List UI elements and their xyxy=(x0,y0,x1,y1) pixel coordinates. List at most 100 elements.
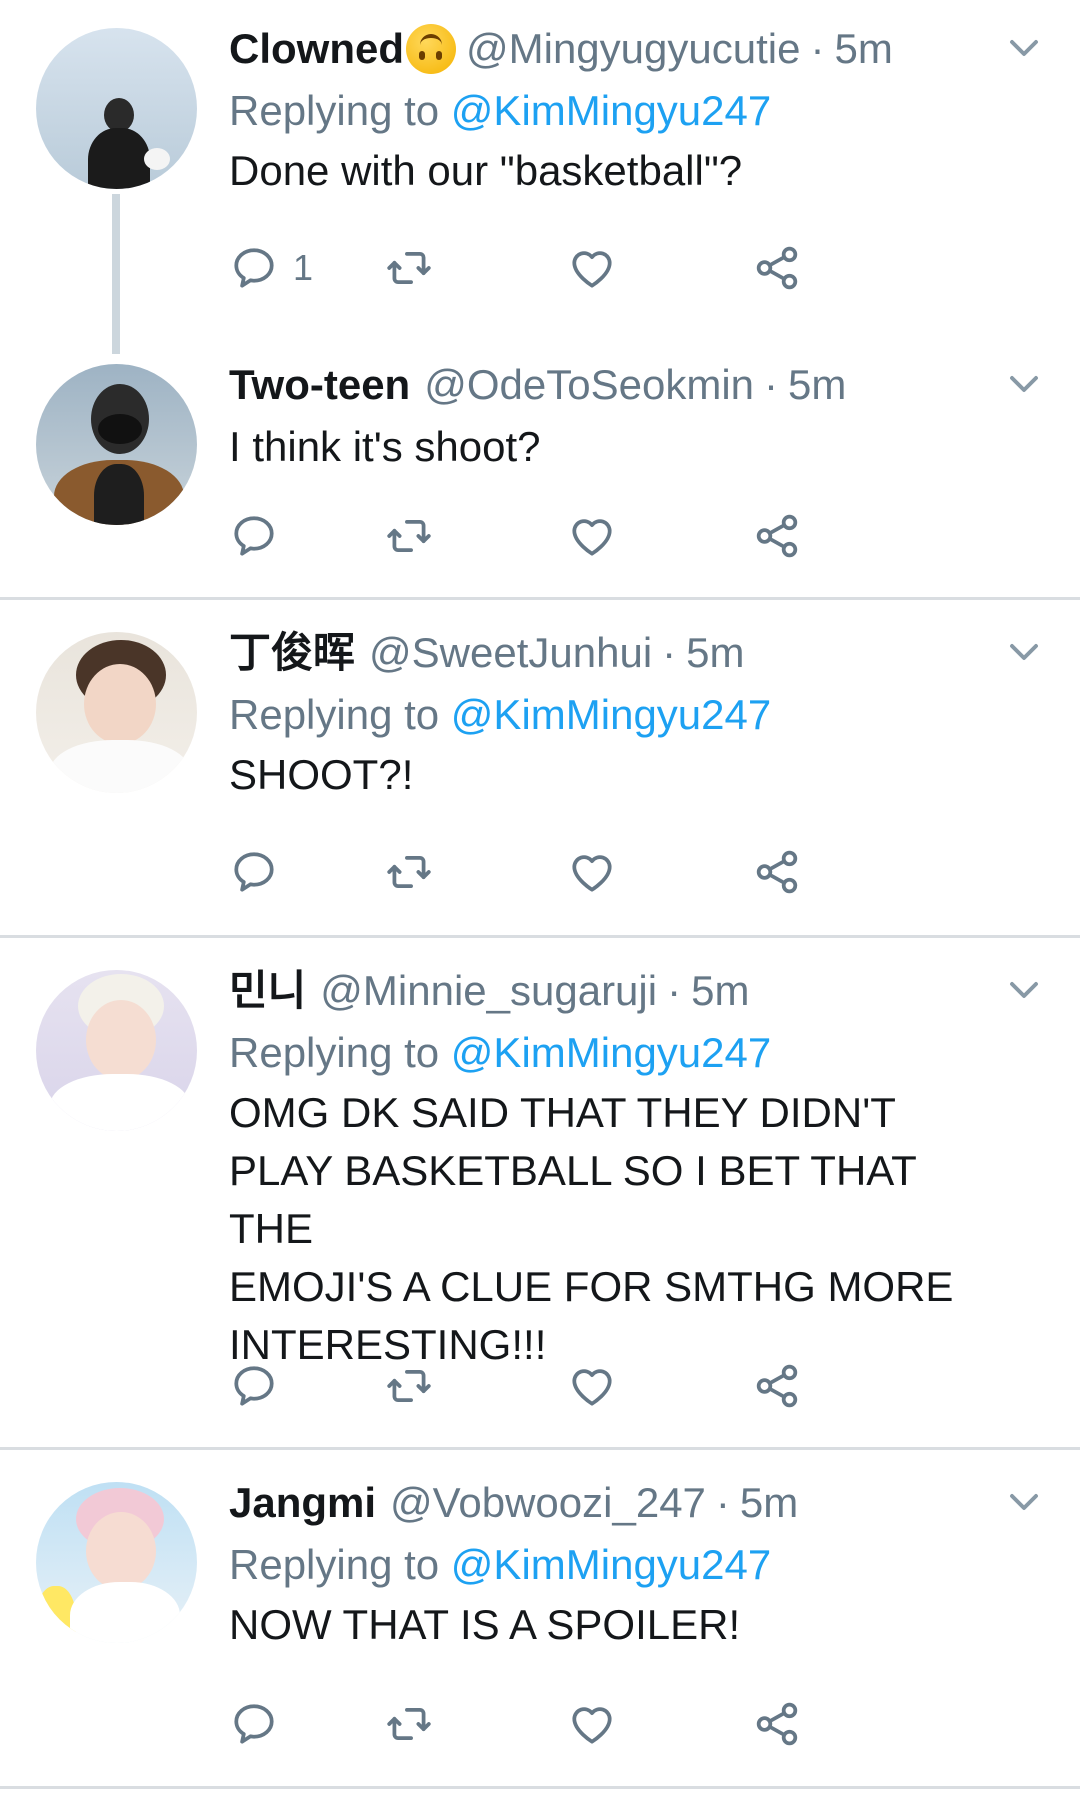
replying-label: Replying to xyxy=(229,87,440,134)
reply-button[interactable] xyxy=(229,1356,279,1416)
reply-icon xyxy=(234,516,274,556)
heart-icon xyxy=(572,251,612,288)
retweet-icon xyxy=(387,1707,431,1741)
timestamp[interactable]: 5m xyxy=(686,628,744,678)
like-button[interactable] xyxy=(567,1694,617,1754)
tweet-actions xyxy=(229,1356,949,1416)
like-button[interactable] xyxy=(567,1356,617,1416)
share-button[interactable] xyxy=(752,1356,802,1416)
share-icon xyxy=(756,246,798,290)
retweet-button[interactable] xyxy=(384,1356,434,1416)
heart-icon xyxy=(572,855,612,892)
tweet-text-line: OMG DK SAID THAT THEY DIDN'T xyxy=(229,1089,896,1136)
tweet-actions: 1 xyxy=(229,238,949,298)
display-name[interactable]: Clowned xyxy=(229,24,404,74)
reply-icon xyxy=(234,1366,274,1406)
retweet-button[interactable] xyxy=(384,506,434,566)
avatar[interactable] xyxy=(36,970,197,1131)
tweet-text: Done with our "basketball"? xyxy=(229,147,743,194)
replying-to-handle[interactable]: @KimMingyu247 xyxy=(451,87,771,134)
replying-to-handle[interactable]: @KimMingyu247 xyxy=(451,691,771,738)
display-name[interactable]: 민니 xyxy=(229,966,306,1016)
retweet-icon xyxy=(387,251,431,285)
replying-to: Replying to @KimMingyu247 xyxy=(229,1540,970,1590)
reply-icon xyxy=(234,1704,274,1744)
replying-label: Replying to xyxy=(229,1541,440,1588)
tweet-text: SHOOT?! xyxy=(229,751,414,798)
reply-button[interactable] xyxy=(229,1694,279,1754)
share-button[interactable] xyxy=(752,842,802,902)
retweet-button[interactable] xyxy=(384,1694,434,1754)
tweet-divider xyxy=(0,1786,1080,1789)
retweet-button[interactable] xyxy=(384,238,434,298)
tweet-header: 丁俊晖 @SweetJunhui · 5m xyxy=(229,628,970,678)
tweet-header: Clowned @Mingyugyucutie · 5m xyxy=(229,24,970,74)
reply-count: 1 xyxy=(293,247,314,288)
tweet-text-line: PLAY BASKETBALL SO I BET THAT THE xyxy=(229,1147,917,1252)
replying-label: Replying to xyxy=(229,691,440,738)
user-handle[interactable]: @Mingyugyucutie xyxy=(466,24,800,74)
avatar[interactable] xyxy=(36,1482,197,1643)
tweet-header: Jangmi @Vobwoozi_247 · 5m xyxy=(229,1478,970,1528)
chevron-down-icon[interactable] xyxy=(1006,30,1042,66)
tweet-text: I think it's shoot? xyxy=(229,423,541,470)
chevron-down-icon[interactable] xyxy=(1006,634,1042,670)
retweet-icon xyxy=(387,519,431,553)
separator: · xyxy=(715,1479,730,1526)
replying-to-handle[interactable]: @KimMingyu247 xyxy=(451,1029,771,1076)
timestamp[interactable]: 5m xyxy=(788,360,846,410)
chevron-down-icon[interactable] xyxy=(1006,972,1042,1008)
tweet-divider xyxy=(0,597,1080,600)
heart-icon xyxy=(572,1707,612,1744)
replying-to-handle[interactable]: @KimMingyu247 xyxy=(451,1541,771,1588)
replying-label: Replying to xyxy=(229,1029,440,1076)
like-button[interactable] xyxy=(567,506,617,566)
tweet-text-line: EMOJI'S A CLUE FOR SMTHG MORE xyxy=(229,1263,954,1310)
timestamp[interactable]: 5m xyxy=(834,24,892,74)
user-handle[interactable]: @OdeToSeokmin xyxy=(424,360,754,410)
reply-button[interactable] xyxy=(229,506,279,566)
reply-button[interactable] xyxy=(229,842,279,902)
tweet-actions xyxy=(229,842,949,902)
retweet-icon xyxy=(387,1369,431,1403)
display-name[interactable]: 丁俊晖 xyxy=(229,628,355,678)
like-button[interactable] xyxy=(567,842,617,902)
avatar[interactable] xyxy=(36,28,197,189)
user-handle[interactable]: @SweetJunhui xyxy=(369,628,652,678)
share-icon xyxy=(756,850,798,894)
user-handle[interactable]: @Vobwoozi_247 xyxy=(390,1478,706,1528)
chevron-down-icon[interactable] xyxy=(1006,366,1042,402)
separator: · xyxy=(667,967,682,1014)
replying-to: Replying to @KimMingyu247 xyxy=(229,86,970,136)
share-icon xyxy=(756,1702,798,1746)
timestamp[interactable]: 5m xyxy=(691,966,749,1016)
tweet-text: NOW THAT IS A SPOILER! xyxy=(229,1601,741,1648)
display-name[interactable]: Jangmi xyxy=(229,1478,376,1528)
separator: · xyxy=(764,361,779,408)
share-button[interactable] xyxy=(752,1694,802,1754)
tweet-actions xyxy=(229,506,949,566)
like-button[interactable] xyxy=(567,238,617,298)
avatar[interactable] xyxy=(36,364,197,525)
heart-icon xyxy=(572,519,612,556)
share-button[interactable] xyxy=(752,506,802,566)
tweet-actions xyxy=(229,1694,949,1754)
thread-line xyxy=(112,194,120,354)
retweet-button[interactable] xyxy=(384,842,434,902)
tweet-header: 민니 @Minnie_sugaruji · 5m xyxy=(229,966,970,1016)
share-icon xyxy=(756,1364,798,1408)
reply-timeline: Clowned @Mingyugyucutie · 5m Replying to… xyxy=(0,0,1080,1805)
share-icon xyxy=(756,514,798,558)
chevron-down-icon[interactable] xyxy=(1006,1484,1042,1520)
share-button[interactable] xyxy=(752,238,802,298)
heart-icon xyxy=(572,1369,612,1406)
avatar[interactable] xyxy=(36,632,197,793)
tweet-header: Two-teen @OdeToSeokmin · 5m xyxy=(229,360,970,410)
upside-down-face-emoji xyxy=(406,24,456,74)
tweet-text: OMG DK SAID THAT THEY DIDN'T PLAY BASKET… xyxy=(229,1084,970,1374)
user-handle[interactable]: @Minnie_sugaruji xyxy=(320,966,657,1016)
reply-button[interactable]: 1 xyxy=(229,238,313,298)
reply-icon xyxy=(234,248,274,288)
display-name[interactable]: Two-teen xyxy=(229,360,410,410)
timestamp[interactable]: 5m xyxy=(740,1478,798,1528)
